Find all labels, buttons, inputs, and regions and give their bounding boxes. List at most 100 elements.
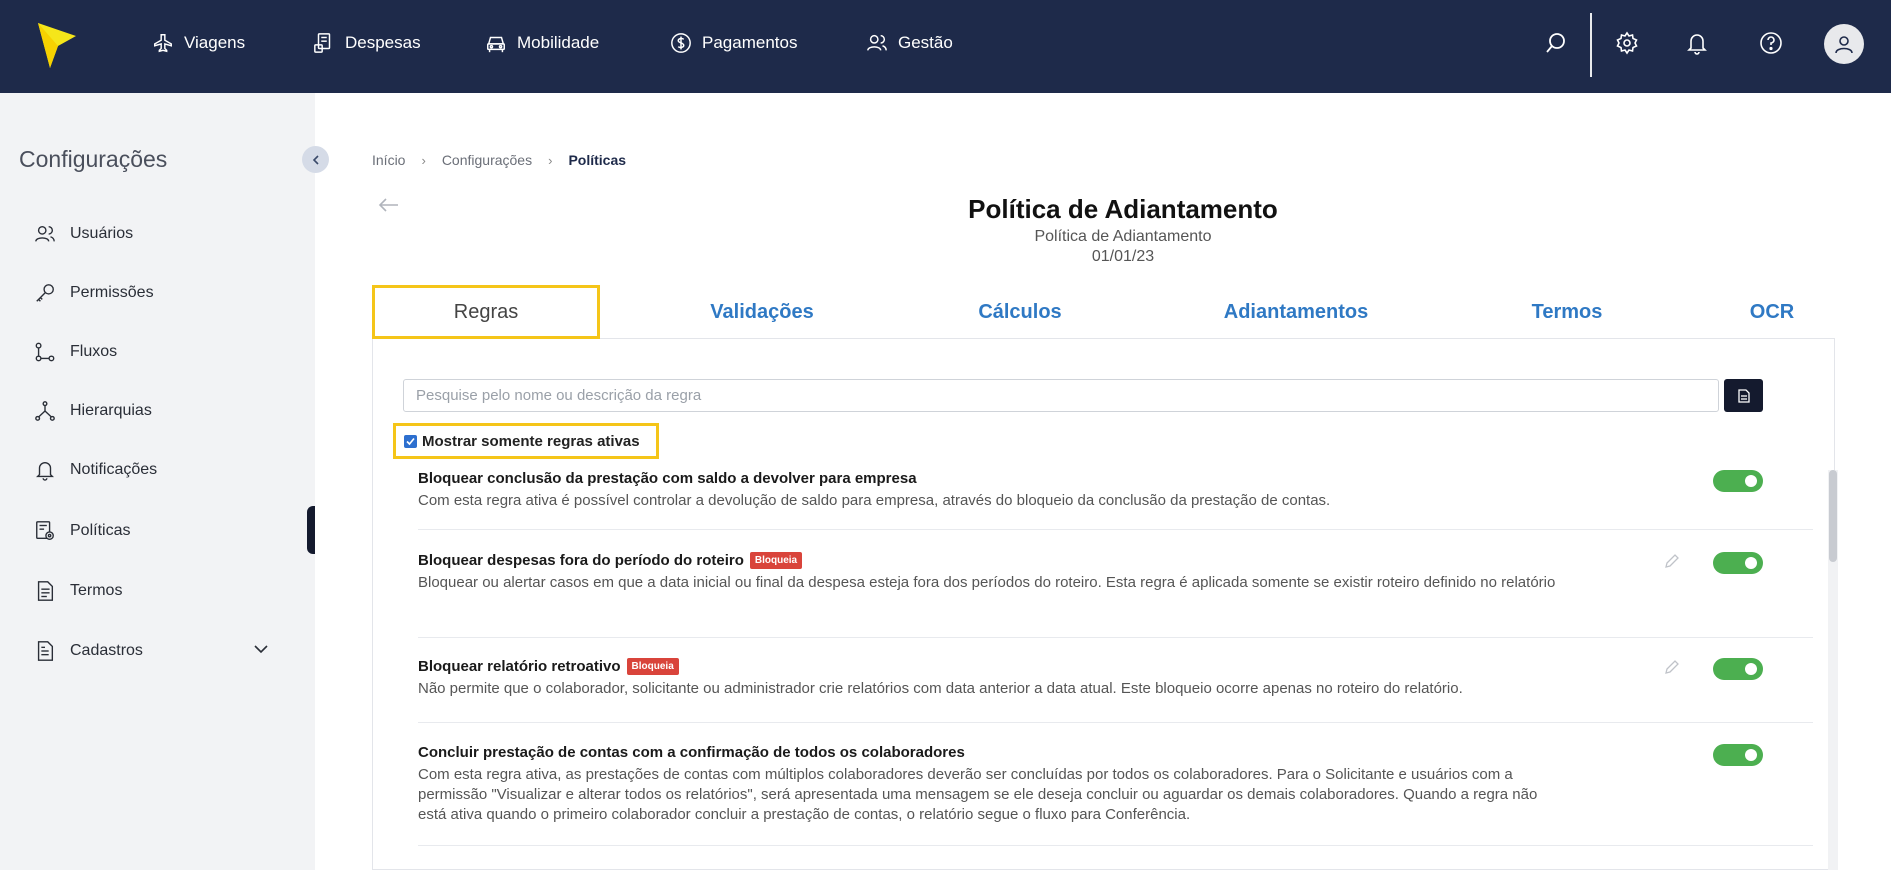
sidebar-collapse-button[interactable] bbox=[302, 146, 329, 173]
rule-toggle[interactable] bbox=[1713, 470, 1763, 492]
nav-gestao[interactable]: Gestão bbox=[866, 0, 953, 86]
chevron-right-icon: › bbox=[421, 152, 426, 168]
rule-description: Não permite que o colaborador, solicitan… bbox=[418, 680, 1463, 697]
rule-item: Bloquear conclusão da prestação com sald… bbox=[418, 470, 1813, 530]
tab-label: Adiantamentos bbox=[1223, 300, 1369, 323]
sidebar-item-notificacoes[interactable]: Notificações bbox=[34, 455, 157, 485]
rule-title: Bloquear despesas fora do período do rot… bbox=[418, 552, 1813, 569]
breadcrumb-item[interactable]: Início bbox=[372, 152, 405, 168]
hierarchy-icon bbox=[35, 401, 55, 421]
pencil-icon[interactable] bbox=[1664, 553, 1680, 569]
tab-termos[interactable]: Termos bbox=[1492, 285, 1642, 339]
sidebar-item-permissoes[interactable]: Permissões bbox=[34, 278, 154, 308]
sidebar-item-label: Termos bbox=[70, 582, 123, 599]
rule-description: Bloquear ou alertar casos em que a data … bbox=[418, 574, 1556, 591]
rules-scrollbar-thumb[interactable] bbox=[1829, 470, 1837, 562]
sidebar-active-indicator bbox=[307, 506, 315, 554]
rule-toggle[interactable] bbox=[1713, 658, 1763, 680]
chevron-left-icon bbox=[312, 154, 319, 165]
rule-toggle[interactable] bbox=[1713, 744, 1763, 766]
tab-calculos[interactable]: Cálculos bbox=[920, 285, 1120, 339]
rule-item: Bloquear relatório retroativo Bloqueia Nã… bbox=[418, 658, 1813, 723]
filter-checkbox[interactable] bbox=[404, 434, 417, 448]
flow-icon bbox=[35, 342, 55, 362]
sidebar-item-label: Fluxos bbox=[70, 343, 118, 360]
nav-pagamentos[interactable]: Pagamentos bbox=[670, 0, 797, 86]
tab-label: OCR bbox=[1749, 300, 1795, 323]
rule-title: Concluir prestação de contas com a confi… bbox=[418, 744, 1813, 761]
nav-despesas[interactable]: Despesas bbox=[313, 0, 421, 86]
status-badge: Bloqueia bbox=[626, 658, 679, 675]
document-icon bbox=[37, 581, 54, 601]
status-badge: Bloqueia bbox=[749, 552, 803, 569]
pencil-icon[interactable] bbox=[1664, 659, 1680, 675]
nav-label: Mobilidade bbox=[517, 33, 600, 52]
bell-icon bbox=[1687, 34, 1707, 55]
rule-title-text: Concluir prestação de contas com a confi… bbox=[418, 744, 965, 761]
page-date: 01/01/23 bbox=[1091, 248, 1155, 265]
tab-adiantamentos[interactable]: Adiantamentos bbox=[1176, 285, 1416, 339]
sidebar-item-label: Hierarquias bbox=[70, 402, 152, 419]
rule-title: Bloquear relatório retroativo Bloqueia bbox=[418, 658, 1813, 675]
rule-item: Concluir prestação de contas com a confi… bbox=[418, 744, 1813, 846]
receipt-icon bbox=[314, 33, 331, 53]
active-rules-filter[interactable]: Mostrar somente regras ativas bbox=[393, 423, 659, 459]
top-navbar: Viagens Despesas Mobilidade Pagamentos G… bbox=[0, 0, 1891, 93]
dollar-icon bbox=[671, 33, 691, 53]
tab-label: Cálculos bbox=[978, 300, 1062, 323]
user-avatar-button[interactable] bbox=[1824, 24, 1864, 64]
help-button[interactable] bbox=[1753, 25, 1789, 61]
users-icon bbox=[867, 34, 887, 51]
sidebar-item-termos[interactable]: Termos bbox=[34, 576, 122, 606]
rule-title-text: Bloquear conclusão da prestação com sald… bbox=[418, 470, 917, 487]
key-icon bbox=[36, 284, 54, 302]
rule-title-text: Bloquear despesas fora do período do rot… bbox=[418, 552, 744, 569]
rule-description: Com esta regra ativa é possível controla… bbox=[418, 492, 1331, 509]
logo-icon[interactable] bbox=[36, 20, 78, 70]
sidebar-item-politicas[interactable]: Políticas bbox=[34, 516, 130, 546]
plane-icon bbox=[154, 34, 172, 53]
breadcrumb-item[interactable]: Configurações bbox=[442, 152, 532, 168]
sidebar-title: Configurações bbox=[19, 146, 168, 172]
sidebar-item-label: Cadastros bbox=[70, 642, 143, 659]
nav-label: Gestão bbox=[898, 33, 953, 52]
bell-icon bbox=[36, 462, 54, 481]
chevron-down-icon[interactable] bbox=[252, 640, 270, 658]
export-button[interactable] bbox=[1724, 379, 1763, 412]
sidebar-item-hierarquias[interactable]: Hierarquias bbox=[34, 396, 152, 426]
tab-regras[interactable]: Regras bbox=[372, 285, 600, 339]
avatar-icon bbox=[1835, 36, 1853, 54]
tab-validacoes[interactable]: Validações bbox=[662, 285, 862, 339]
chevron-right-icon: › bbox=[548, 152, 553, 168]
settings-button[interactable] bbox=[1609, 25, 1645, 61]
search-button[interactable] bbox=[1538, 25, 1574, 61]
search-icon bbox=[1546, 33, 1565, 53]
filter-label: Mostrar somente regras ativas bbox=[422, 432, 640, 450]
page-subtitle: Política de Adiantamento bbox=[1034, 228, 1212, 245]
notifications-button[interactable] bbox=[1679, 25, 1715, 61]
nav-label: Despesas bbox=[345, 33, 421, 52]
sidebar-item-fluxos[interactable]: Fluxos bbox=[34, 337, 117, 367]
breadcrumb-current: Políticas bbox=[568, 152, 627, 168]
nav-mobilidade[interactable]: Mobilidade bbox=[485, 0, 599, 86]
rule-toggle[interactable] bbox=[1713, 552, 1763, 574]
search-input[interactable]: Pesquise pelo nome ou descrição da regra bbox=[403, 379, 1719, 412]
sidebar-item-label: Permissões bbox=[70, 284, 154, 301]
car-icon bbox=[487, 36, 505, 53]
register-icon bbox=[37, 641, 54, 661]
rule-title: Bloquear conclusão da prestação com sald… bbox=[418, 470, 1813, 487]
nav-label: Pagamentos bbox=[702, 33, 798, 52]
page-title: Política de Adiantamento bbox=[968, 194, 1278, 224]
rule-description: Com esta regra ativa, as prestações de c… bbox=[418, 766, 1538, 823]
tab-label: Validações bbox=[710, 300, 814, 323]
check-icon bbox=[406, 437, 415, 445]
tab-ocr[interactable]: OCR bbox=[1712, 285, 1832, 339]
nav-viagens[interactable]: Viagens bbox=[152, 0, 245, 86]
sidebar-item-cadastros[interactable]: Cadastros bbox=[34, 636, 143, 666]
tab-label: Regras bbox=[453, 300, 519, 323]
tab-bar: Regras Validações Cálculos Adiantamentos… bbox=[372, 285, 1835, 339]
nav-divider bbox=[1590, 13, 1592, 77]
help-icon bbox=[1760, 32, 1782, 54]
sidebar-item-label: Políticas bbox=[70, 522, 131, 539]
gear-icon bbox=[1616, 31, 1638, 55]
